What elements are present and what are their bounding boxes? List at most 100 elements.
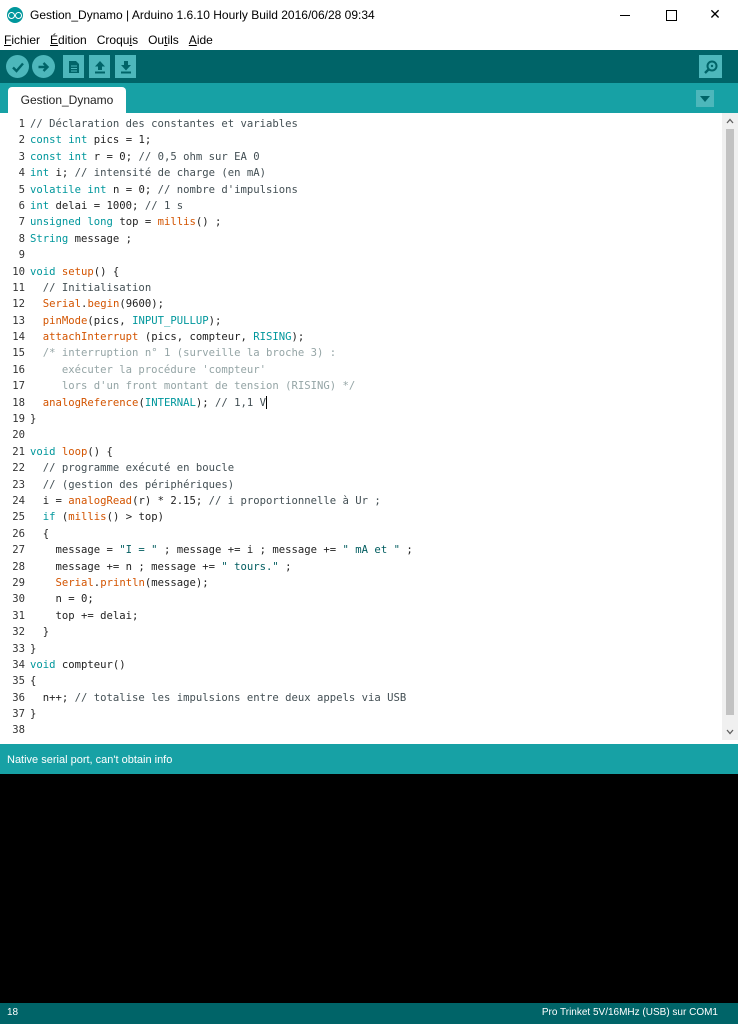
line-number: 35 — [12, 675, 25, 688]
code-line: analogReference(INTERNAL); // 1,1 V — [42, 396, 268, 410]
code-line: message += n ; message += " tours." ; — [30, 560, 292, 573]
code-line: // programme exécuté en boucle — [42, 462, 235, 475]
code-line: ​ — [30, 427, 720, 443]
scrollbar-thumb[interactable] — [726, 129, 734, 715]
close-icon: ✕ — [709, 7, 721, 23]
code-line: n++; // totalise les impulsions entre de… — [30, 691, 407, 704]
line-number: 20 — [12, 429, 25, 442]
menu-item-1[interactable]: Édition — [45, 33, 92, 47]
toolbar — [0, 50, 738, 83]
line-number: 27 — [12, 544, 25, 557]
line-number: 32 — [12, 626, 25, 639]
editor-vertical-scrollbar[interactable] — [722, 113, 738, 740]
line-number: 26 — [12, 527, 25, 540]
upload-button[interactable] — [32, 55, 55, 78]
line-number: 33 — [12, 642, 25, 655]
verify-button[interactable] — [6, 55, 29, 78]
code-line: const int r = 0; // 0,5 ohm sur EA 0 — [30, 150, 260, 163]
code-line: // Déclaration des constantes et variabl… — [30, 118, 298, 130]
line-number: 10 — [12, 265, 25, 278]
menu-item-0[interactable]: Fichier — [0, 33, 45, 47]
line-number: 16 — [12, 363, 25, 376]
line-number: 6 — [18, 199, 25, 212]
line-number: 34 — [12, 658, 25, 671]
window-title: Gestion_Dynamo | Arduino 1.6.10 Hourly B… — [30, 8, 375, 22]
code-line: } — [30, 413, 37, 426]
line-number-gutter: 1 2 3 4 5 6 7 8 9 10 11 12 13 14 15 16 17 18 19 20 21 22 23 24 2… — [0, 116, 25, 739]
chevron-down-icon — [726, 729, 734, 735]
title-bar: Gestion_Dynamo | Arduino 1.6.10 Hourly B… — [0, 0, 738, 30]
close-button[interactable]: ✕ — [692, 0, 738, 30]
code-line: } — [30, 642, 37, 655]
tab-menu-button[interactable] — [696, 90, 714, 107]
code-line: unsigned long top = millis() ; — [30, 216, 222, 229]
current-line-number: 18 — [7, 1007, 19, 1018]
code-line: Serial.begin(9600); — [42, 298, 164, 311]
maximize-button[interactable] — [648, 0, 694, 30]
line-number: 13 — [12, 314, 25, 327]
line-number: 28 — [12, 560, 25, 573]
open-sketch-button[interactable] — [89, 55, 110, 78]
code-line: String message ; — [30, 232, 133, 245]
code-line: void compteur() — [30, 658, 126, 671]
arduino-logo-icon — [7, 7, 23, 23]
upload-icon — [38, 61, 49, 72]
scroll-down-button[interactable] — [722, 724, 738, 740]
tab-strip: Gestion_Dynamo — [0, 83, 738, 113]
save-sketch-button[interactable] — [115, 55, 136, 78]
code-line: message = "I = " ; message += i ; messag… — [30, 544, 413, 557]
code-line: top += delai; — [30, 609, 139, 622]
line-number: 7 — [18, 216, 25, 229]
new-sketch-icon — [68, 60, 79, 73]
code-editor[interactable]: 1 2 3 4 5 6 7 8 9 10 11 12 13 14 15 16 17 18 19 20 21 22 23 24 2… — [0, 113, 738, 740]
line-number: 14 — [12, 331, 25, 344]
code-line: int i; // intensité de charge (en mA) — [30, 167, 266, 180]
code-line: void loop() { — [30, 445, 113, 458]
code-line: } — [30, 626, 50, 639]
verify-icon — [11, 62, 24, 73]
line-number: 5 — [18, 183, 25, 196]
minimize-icon — [620, 14, 630, 16]
new-sketch-button[interactable] — [63, 55, 84, 78]
text-caret — [266, 396, 268, 410]
maximize-icon — [665, 9, 677, 21]
menu-bar: Fichier Édition Croquis Outils Aide — [0, 30, 738, 49]
code-line: exécuter la procédure 'compteur' — [30, 363, 266, 376]
line-number: 9 — [18, 249, 25, 262]
line-number: 12 — [12, 298, 25, 311]
code-line: { — [30, 527, 50, 540]
menu-item-4[interactable]: Aide — [184, 33, 218, 47]
code-line: lors d'un front montant de tension (RISI… — [30, 380, 356, 393]
menu-item-3[interactable]: Outils — [143, 33, 184, 47]
code-text-area[interactable]: // Déclaration des constantes et variabl… — [30, 116, 720, 739]
code-line: volatile int n = 0; // nombre d'impulsio… — [30, 183, 298, 196]
output-console[interactable] — [0, 774, 738, 1003]
line-number: 2 — [18, 134, 25, 147]
code-line: ​ — [30, 247, 720, 263]
line-number: 11 — [12, 281, 25, 294]
line-number: 29 — [12, 576, 25, 589]
scroll-up-button[interactable] — [722, 113, 738, 129]
line-number: 36 — [12, 691, 25, 704]
line-number: 30 — [12, 593, 25, 606]
code-line: void setup() { — [30, 265, 120, 278]
tab-gestion-dynamo[interactable]: Gestion_Dynamo — [8, 87, 126, 113]
line-number: 4 — [18, 167, 25, 180]
menu-item-2[interactable]: Croquis — [92, 33, 143, 47]
minimize-button[interactable] — [602, 0, 648, 30]
code-line: { — [30, 675, 37, 688]
code-line: ​ — [30, 722, 720, 738]
code-line: } — [30, 708, 37, 721]
line-number: 24 — [12, 494, 25, 507]
code-line: Serial.println(message); — [55, 576, 209, 589]
line-number: 25 — [12, 511, 25, 524]
line-number: 17 — [12, 380, 25, 393]
serial-monitor-icon — [703, 60, 717, 74]
code-line: i = analogRead(r) * 2.15; // i proportio… — [30, 494, 381, 507]
status-message: Native serial port, can't obtain info — [7, 754, 173, 766]
line-number: 23 — [12, 478, 25, 491]
line-number: 19 — [12, 413, 25, 426]
serial-monitor-button[interactable] — [699, 55, 722, 78]
code-line: pinMode(pics, INPUT_PULLUP); — [42, 314, 222, 327]
line-number: 8 — [18, 232, 25, 245]
